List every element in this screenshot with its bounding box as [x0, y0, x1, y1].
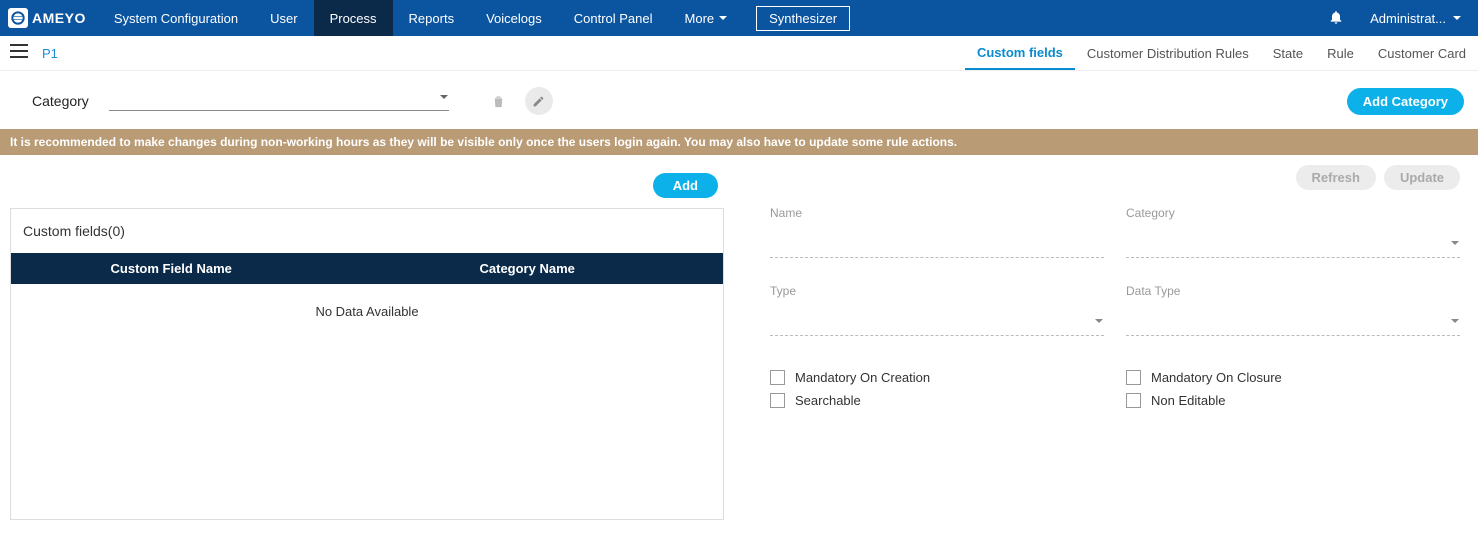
- check-mandatory-closure: Mandatory On Closure: [1126, 370, 1460, 385]
- input-data-type[interactable]: [1126, 314, 1460, 336]
- chevron-down-icon: [439, 89, 449, 105]
- label-mandatory-creation: Mandatory On Creation: [795, 370, 930, 385]
- label-data-type: Data Type: [1126, 284, 1460, 298]
- input-type[interactable]: [770, 314, 1104, 336]
- warning-banner: It is recommended to make changes during…: [0, 129, 1478, 155]
- category-label: Category: [32, 93, 89, 109]
- update-button[interactable]: Update: [1384, 165, 1460, 190]
- table-title: Custom fields(0): [11, 209, 723, 253]
- chevron-down-icon: [1450, 314, 1460, 329]
- nav-more[interactable]: More: [669, 0, 745, 36]
- label-category: Category: [1126, 206, 1460, 220]
- nav-control-panel[interactable]: Control Panel: [558, 0, 669, 36]
- no-data-message: No Data Available: [11, 284, 723, 519]
- chevron-down-icon: [718, 11, 728, 26]
- input-name[interactable]: [770, 236, 1104, 258]
- label-type: Type: [770, 284, 1104, 298]
- chevron-down-icon: [1452, 11, 1462, 26]
- checkbox-grid: Mandatory On Creation Mandatory On Closu…: [770, 370, 1460, 408]
- field-category: Category: [1126, 206, 1460, 258]
- category-row: Category Add Category: [0, 71, 1478, 129]
- left-panel: Add Custom fields(0) Custom Field Name C…: [0, 165, 730, 520]
- check-non-editable: Non Editable: [1126, 393, 1460, 408]
- nav-process[interactable]: Process: [314, 0, 393, 36]
- hamburger-icon[interactable]: [0, 44, 38, 63]
- checkbox-mandatory-closure[interactable]: [1126, 370, 1141, 385]
- brand-logo: AMEYO: [0, 0, 98, 36]
- tab-customer-distribution-rules[interactable]: Customer Distribution Rules: [1075, 36, 1261, 70]
- chevron-down-icon: [1094, 314, 1104, 329]
- tab-customer-card[interactable]: Customer Card: [1366, 36, 1478, 70]
- form-grid: Name Category Type Data Type: [770, 206, 1460, 336]
- content-area: Add Custom fields(0) Custom Field Name C…: [0, 155, 1478, 520]
- field-name: Name: [770, 206, 1104, 258]
- checkbox-non-editable[interactable]: [1126, 393, 1141, 408]
- refresh-button[interactable]: Refresh: [1296, 165, 1376, 190]
- tab-state[interactable]: State: [1261, 36, 1315, 70]
- sub-bar: P1 Custom fields Customer Distribution R…: [0, 36, 1478, 71]
- table-header: Custom Field Name Category Name: [11, 253, 723, 284]
- input-category[interactable]: [1126, 236, 1460, 258]
- label-mandatory-closure: Mandatory On Closure: [1151, 370, 1282, 385]
- brand-text: AMEYO: [32, 10, 86, 26]
- nav-system-configuration[interactable]: System Configuration: [98, 0, 254, 36]
- right-panel: Refresh Update Name Category Type D: [730, 165, 1478, 520]
- add-button[interactable]: Add: [653, 173, 718, 198]
- delete-icon[interactable]: [485, 87, 513, 115]
- field-data-type: Data Type: [1126, 284, 1460, 336]
- col-custom-field-name: Custom Field Name: [11, 261, 331, 276]
- check-searchable: Searchable: [770, 393, 1104, 408]
- top-nav: AMEYO System Configuration User Process …: [0, 0, 1478, 36]
- category-select[interactable]: [109, 91, 449, 111]
- user-menu[interactable]: Administrat...: [1362, 11, 1478, 26]
- brand-icon: [8, 8, 28, 28]
- label-name: Name: [770, 206, 1104, 220]
- checkbox-searchable[interactable]: [770, 393, 785, 408]
- label-searchable: Searchable: [795, 393, 861, 408]
- subtabs: Custom fields Customer Distribution Rule…: [965, 36, 1478, 70]
- edit-icon[interactable]: [525, 87, 553, 115]
- nav-voicelogs[interactable]: Voicelogs: [470, 0, 558, 36]
- tab-custom-fields[interactable]: Custom fields: [965, 36, 1075, 70]
- breadcrumb[interactable]: P1: [38, 46, 58, 61]
- label-non-editable: Non Editable: [1151, 393, 1225, 408]
- notifications-icon[interactable]: [1310, 9, 1362, 28]
- col-category-name: Category Name: [331, 261, 723, 276]
- field-type: Type: [770, 284, 1104, 336]
- custom-fields-table: Custom fields(0) Custom Field Name Categ…: [10, 208, 724, 520]
- add-category-button[interactable]: Add Category: [1347, 88, 1464, 115]
- nav-user[interactable]: User: [254, 0, 313, 36]
- nav-reports[interactable]: Reports: [393, 0, 471, 36]
- checkbox-mandatory-creation[interactable]: [770, 370, 785, 385]
- tab-rule[interactable]: Rule: [1315, 36, 1366, 70]
- chevron-down-icon: [1450, 236, 1460, 251]
- check-mandatory-creation: Mandatory On Creation: [770, 370, 1104, 385]
- synthesizer-button[interactable]: Synthesizer: [756, 6, 850, 31]
